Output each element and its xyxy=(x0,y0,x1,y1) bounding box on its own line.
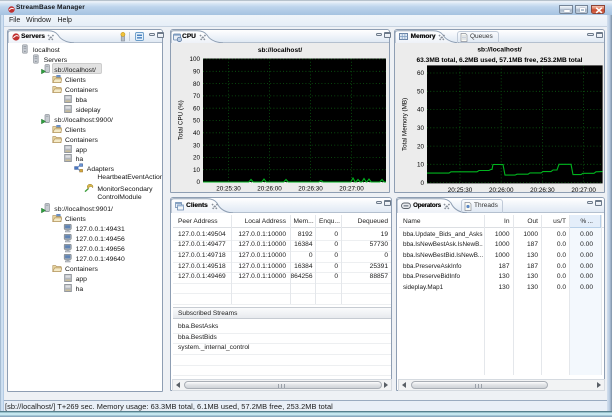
svg-text:20:26:30: 20:26:30 xyxy=(530,187,555,192)
svg-text:Total Memory (MB): Total Memory (MB) xyxy=(402,98,409,151)
svg-text:50: 50 xyxy=(417,89,425,96)
svg-text:20:25:30: 20:25:30 xyxy=(216,186,241,193)
svg-text:20:26:30: 20:26:30 xyxy=(298,186,323,193)
svg-text:60: 60 xyxy=(193,105,201,112)
svg-text:20: 20 xyxy=(193,155,201,162)
svg-text:20:27:00: 20:27:00 xyxy=(571,187,596,192)
svg-text:63.3MB total, 6.2MB used, 57.1: 63.3MB total, 6.2MB used, 57.1MB free, 2… xyxy=(417,57,583,64)
svg-text:Total CPU (%): Total CPU (%) xyxy=(178,100,185,140)
svg-text:0: 0 xyxy=(420,180,424,187)
svg-text:30: 30 xyxy=(417,125,425,132)
svg-text:60: 60 xyxy=(417,70,425,77)
svg-text:90: 90 xyxy=(193,69,201,76)
svg-text:30: 30 xyxy=(193,142,201,149)
svg-text:20:26:00: 20:26:00 xyxy=(489,187,514,192)
svg-text:80: 80 xyxy=(193,81,201,88)
svg-text:20:25:30: 20:25:30 xyxy=(448,187,473,192)
svg-text:sb://localhost/: sb://localhost/ xyxy=(477,47,521,54)
svg-text:10: 10 xyxy=(417,162,425,169)
svg-text:40: 40 xyxy=(193,130,201,137)
svg-text:0: 0 xyxy=(196,179,200,186)
svg-text:40: 40 xyxy=(417,107,425,114)
svg-text:sb://localhost/: sb://localhost/ xyxy=(258,47,302,54)
svg-text:100: 100 xyxy=(189,56,200,63)
svg-text:70: 70 xyxy=(193,93,201,100)
svg-text:20:26:00: 20:26:00 xyxy=(257,186,282,193)
svg-text:20: 20 xyxy=(417,143,425,150)
svg-text:10: 10 xyxy=(193,167,201,174)
svg-text:20:27:00: 20:27:00 xyxy=(339,186,364,193)
svg-text:50: 50 xyxy=(193,118,201,125)
